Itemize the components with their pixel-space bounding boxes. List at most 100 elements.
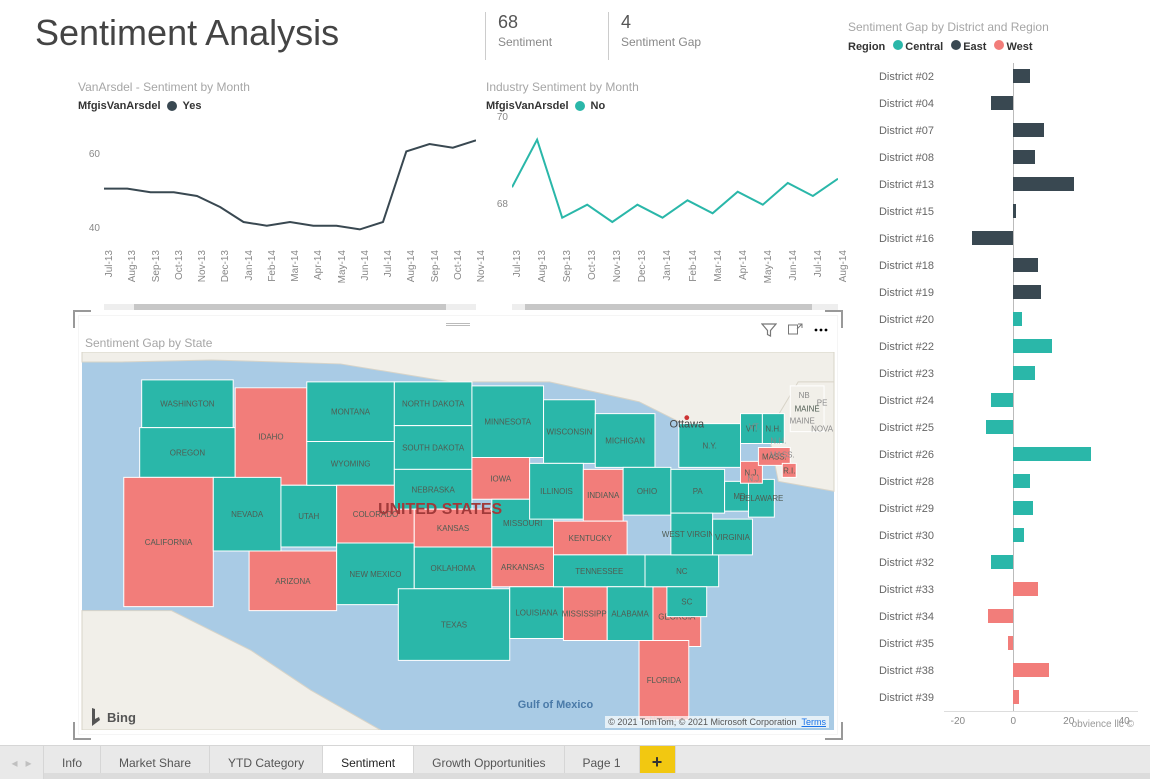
svg-text:WISCONSIN: WISCONSIN	[546, 428, 592, 437]
bar[interactable]	[986, 420, 1014, 434]
bar[interactable]	[988, 609, 1013, 623]
chart-plot-area[interactable]: 6870	[486, 118, 838, 248]
bar[interactable]	[1013, 285, 1041, 299]
table-row[interactable]: District #23	[848, 360, 1144, 387]
chart-scrollbar[interactable]	[512, 304, 838, 310]
filter-icon[interactable]	[761, 322, 777, 338]
scrollbar-thumb[interactable]	[134, 304, 446, 310]
table-row[interactable]: District #33	[848, 576, 1144, 603]
chart-scrollbar[interactable]	[104, 304, 476, 310]
row-label: District #02	[848, 71, 940, 83]
table-row[interactable]: District #04	[848, 90, 1144, 117]
table-row[interactable]: District #20	[848, 306, 1144, 333]
table-row[interactable]: District #30	[848, 522, 1144, 549]
row-label: District #07	[848, 125, 940, 137]
bar[interactable]	[1013, 69, 1030, 83]
table-row[interactable]: District #15	[848, 198, 1144, 225]
svg-text:SOUTH DAKOTA: SOUTH DAKOTA	[402, 443, 465, 452]
svg-text:N.H.: N.H.	[765, 425, 781, 434]
y-axis: 6870	[486, 118, 508, 248]
bar[interactable]	[991, 96, 1013, 110]
bar[interactable]	[1013, 528, 1024, 542]
svg-text:KENTUCKY: KENTUCKY	[569, 534, 613, 543]
bar[interactable]	[1013, 501, 1032, 515]
table-row[interactable]: District #24	[848, 387, 1144, 414]
bing-icon	[89, 708, 103, 726]
table-row[interactable]: District #18	[848, 252, 1144, 279]
table-row[interactable]: District #38	[848, 657, 1144, 684]
scrollbar-thumb[interactable]	[525, 304, 812, 310]
svg-text:SC: SC	[681, 598, 692, 607]
table-row[interactable]: District #16	[848, 225, 1144, 252]
table-row[interactable]: District #07	[848, 117, 1144, 144]
svg-text:ARKANSAS: ARKANSAS	[501, 563, 544, 572]
bar[interactable]	[991, 555, 1013, 569]
svg-text:NC: NC	[676, 567, 688, 576]
map-terms-link[interactable]: Terms	[802, 717, 827, 727]
chart-legend[interactable]: MfgisVanArsdel No	[486, 100, 838, 112]
table-row[interactable]: District #13	[848, 171, 1144, 198]
chart-industry-sentiment[interactable]: Industry Sentiment by Month MfgisVanArsd…	[486, 80, 838, 310]
focus-mode-icon[interactable]	[787, 322, 803, 338]
more-options-icon[interactable]	[813, 322, 829, 338]
map-body[interactable]: WASHINGTONOREGONIDAHOCALIFORNIANEVADAUTA…	[81, 352, 835, 730]
bar[interactable]	[1013, 339, 1052, 353]
legend-value: No	[591, 100, 606, 112]
table-row[interactable]: District #39	[848, 684, 1144, 711]
svg-text:Ottawa: Ottawa	[669, 419, 705, 431]
svg-text:MICHIGAN: MICHIGAN	[605, 437, 645, 446]
bar[interactable]	[1013, 366, 1035, 380]
chart-plot-area[interactable]: 4060	[78, 118, 476, 248]
svg-text:OKLAHOMA: OKLAHOMA	[431, 564, 477, 573]
table-row[interactable]: District #22	[848, 333, 1144, 360]
table-row[interactable]: District #25	[848, 414, 1144, 441]
table-row[interactable]: District #08	[848, 144, 1144, 171]
table-row[interactable]: District #34	[848, 603, 1144, 630]
chart-vanarsdel-sentiment[interactable]: VanArsdel - Sentiment by Month MfgisVanA…	[78, 80, 476, 310]
bar[interactable]	[1013, 123, 1043, 137]
svg-text:UNITED STATES: UNITED STATES	[378, 501, 502, 518]
bar[interactable]	[1013, 582, 1038, 596]
bar[interactable]	[1013, 447, 1091, 461]
chart-title: Industry Sentiment by Month	[486, 80, 838, 94]
bar[interactable]	[1013, 177, 1074, 191]
kpi-sentiment[interactable]: 68 Sentiment	[485, 12, 552, 60]
drag-handle-icon[interactable]	[446, 322, 470, 328]
footer-note: obvience llc ©	[1072, 719, 1134, 730]
bar[interactable]	[1013, 663, 1049, 677]
legend-field: MfgisVanArsdel	[78, 100, 161, 112]
legend-value: Yes	[183, 100, 202, 112]
bar[interactable]	[1013, 690, 1019, 704]
visual-map-sentiment-gap-by-state[interactable]: Sentiment Gap by State WASHINGTONOREGONI…	[78, 315, 838, 735]
bar[interactable]	[1013, 474, 1030, 488]
bar[interactable]	[991, 393, 1013, 407]
bar[interactable]	[972, 231, 1014, 245]
table-row[interactable]: District #29	[848, 495, 1144, 522]
tab-next-icon[interactable]: ▸	[26, 756, 32, 770]
tabstrip-scrollbar[interactable]	[44, 773, 1150, 779]
row-label: District #08	[848, 152, 940, 164]
bar[interactable]	[1008, 636, 1014, 650]
table-row[interactable]: District #19	[848, 279, 1144, 306]
table-row[interactable]: District #32	[848, 549, 1144, 576]
bar[interactable]	[1013, 150, 1035, 164]
bar[interactable]	[1013, 204, 1016, 218]
table-row[interactable]: District #35	[848, 630, 1144, 657]
kpi-gap-label: Sentiment Gap	[621, 35, 701, 49]
chart-sentiment-gap-by-district[interactable]: Sentiment Gap by District and Region Reg…	[848, 20, 1144, 734]
y-axis: 4060	[78, 118, 100, 248]
table-row[interactable]: District #28	[848, 468, 1144, 495]
kpi-sentiment-gap[interactable]: 4 Sentiment Gap	[608, 12, 701, 60]
bar[interactable]	[1013, 312, 1021, 326]
tab-prev-icon[interactable]: ◂	[11, 756, 17, 770]
table-row[interactable]: District #26	[848, 441, 1144, 468]
chart-legend[interactable]: Region CentralEastWest	[848, 40, 1144, 53]
chart-plot-area[interactable]: District #02 District #04 District #07 Dist…	[848, 63, 1144, 711]
table-row[interactable]: District #02	[848, 63, 1144, 90]
selection-handle[interactable]	[73, 310, 91, 328]
row-label: District #33	[848, 584, 940, 596]
tab-nav-buttons: ◂ ▸	[0, 746, 44, 779]
svg-text:NB: NB	[799, 391, 810, 400]
chart-legend[interactable]: MfgisVanArsdel Yes	[78, 100, 476, 112]
bar[interactable]	[1013, 258, 1038, 272]
